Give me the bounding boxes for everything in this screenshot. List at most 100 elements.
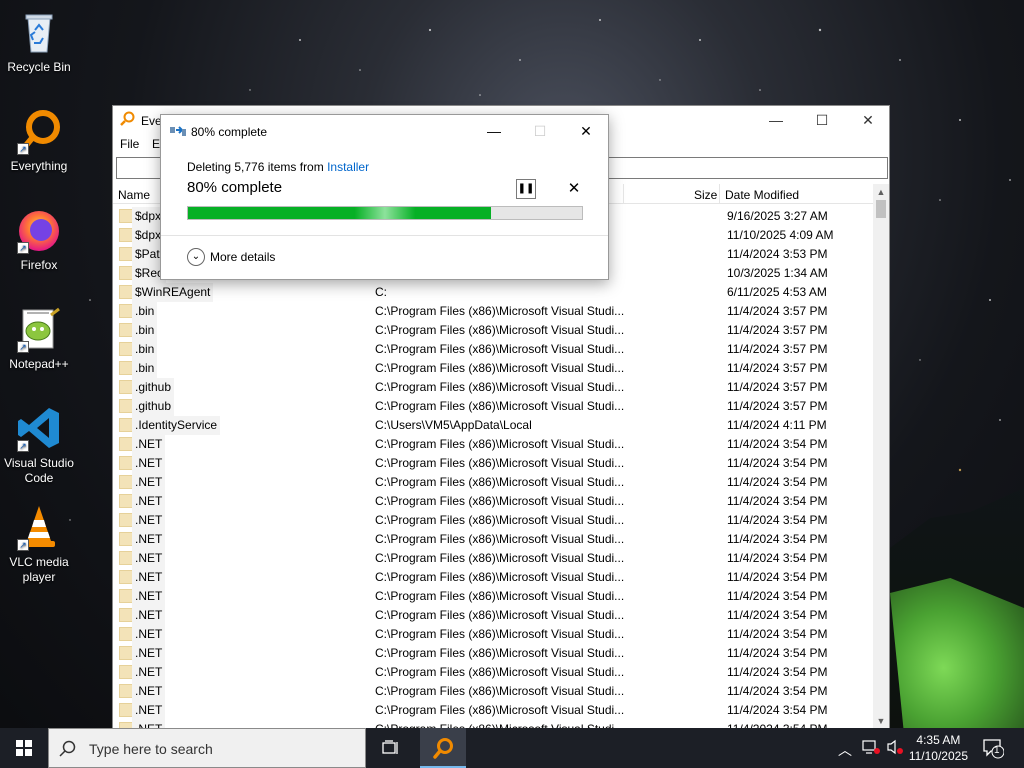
row-date: 11/4/2024 3:54 PM xyxy=(727,475,828,489)
table-row[interactable]: .NET C:\Program Files (x86)\Microsoft Vis… xyxy=(113,492,873,511)
pause-button[interactable]: ❚❚ xyxy=(516,179,536,199)
dialog-title-bar[interactable]: 80% complete — ☐ ✕ xyxy=(161,115,608,147)
folder-icon xyxy=(119,570,133,584)
more-details-toggle[interactable]: ⌄ More details xyxy=(187,248,275,266)
desktop-icon-firefox[interactable]: ↗ Firefox xyxy=(0,206,78,273)
taskbar-app-everything[interactable] xyxy=(420,728,466,768)
scroll-up-icon[interactable]: ▲ xyxy=(873,184,889,200)
row-path: C:\Program Files (x86)\Microsoft Visual … xyxy=(375,608,625,622)
row-name: .bin xyxy=(132,302,158,321)
maximize-button[interactable]: ☐ xyxy=(799,106,845,134)
column-size-header[interactable]: Size xyxy=(694,188,717,202)
desktop-icon-vscode[interactable]: ↗ Visual Studio Code xyxy=(0,404,78,486)
folder-icon xyxy=(119,323,133,337)
table-row[interactable]: .NET C:\Program Files (x86)\Microsoft Vis… xyxy=(113,435,873,454)
row-path: C:\Program Files (x86)\Microsoft Visual … xyxy=(375,589,625,603)
table-row[interactable]: .NET C:\Program Files (x86)\Microsoft Vis… xyxy=(113,473,873,492)
table-row[interactable]: .NET C:\Program Files (x86)\Microsoft Vis… xyxy=(113,663,873,682)
row-name: .bin xyxy=(132,340,158,359)
start-button[interactable] xyxy=(0,728,48,768)
desktop-icon-label: Notepad++ xyxy=(9,357,69,371)
row-name: .NET xyxy=(132,644,166,663)
table-row[interactable]: .github C:\Program Files (x86)\Microsoft … xyxy=(113,378,873,397)
folder-icon xyxy=(119,342,133,356)
clock-date: 11/10/2025 xyxy=(908,749,968,763)
dialog-maximize-button: ☐ xyxy=(533,123,547,139)
table-row[interactable]: .bin C:\Program Files (x86)\Microsoft Vis… xyxy=(113,340,873,359)
table-row[interactable]: .NET C:\Program Files (x86)\Microsoft Vis… xyxy=(113,701,873,720)
scroll-down-icon[interactable]: ▼ xyxy=(873,713,889,729)
desktop-icon-label: Visual Studio Code xyxy=(4,456,74,485)
source-folder-link[interactable]: Installer xyxy=(327,160,369,174)
table-row[interactable]: .bin C:\Program Files (x86)\Microsoft Vis… xyxy=(113,359,873,378)
row-name: .NET xyxy=(132,511,166,530)
column-separator[interactable] xyxy=(719,184,720,204)
desktop-icon-vlc[interactable]: ↗ VLC media player xyxy=(0,503,78,585)
table-row[interactable]: .NET C:\Program Files (x86)\Microsoft Vis… xyxy=(113,682,873,701)
dialog-minimize-button[interactable]: — xyxy=(471,115,517,147)
vlc-icon: ↗ xyxy=(15,503,63,551)
row-date: 10/3/2025 1:34 AM xyxy=(727,266,828,280)
row-date: 11/4/2024 3:54 PM xyxy=(727,570,828,584)
notification-count: 1 xyxy=(994,745,1000,756)
table-row[interactable]: .NET C:\Program Files (x86)\Microsoft Vis… xyxy=(113,606,873,625)
table-row[interactable]: .NET C:\Program Files (x86)\Microsoft Vis… xyxy=(113,587,873,606)
main-window-title: Eve xyxy=(141,114,162,128)
row-date: 11/4/2024 3:54 PM xyxy=(727,627,828,641)
table-row[interactable]: .NET C:\Program Files (x86)\Microsoft Vis… xyxy=(113,530,873,549)
row-date: 11/4/2024 3:54 PM xyxy=(727,608,828,622)
table-row[interactable]: $WinREAgent C: 6/11/2025 4:53 AM xyxy=(113,283,873,302)
table-row[interactable]: .NET C:\Program Files (x86)\Microsoft Vis… xyxy=(113,625,873,644)
delete-progress-dialog: 80% complete — ☐ ✕ Deleting 5,776 items … xyxy=(160,114,609,280)
cancel-button[interactable]: ✕ xyxy=(564,179,584,199)
progress-fill xyxy=(188,207,492,219)
row-date: 11/4/2024 3:54 PM xyxy=(727,646,828,660)
column-date-header[interactable]: Date Modified xyxy=(725,188,799,202)
table-row[interactable]: .NET C:\Program Files (x86)\Microsoft Vis… xyxy=(113,511,873,530)
shortcut-arrow-icon: ↗ xyxy=(17,242,29,254)
column-name-header[interactable]: Name xyxy=(118,188,150,202)
system-clock[interactable]: 4:35 AM 11/10/2025 xyxy=(909,732,968,764)
row-path: C:\Program Files (x86)\Microsoft Visual … xyxy=(375,361,625,375)
row-name: .NET xyxy=(132,435,166,454)
row-name: .github xyxy=(132,397,175,416)
row-path: C:\Program Files (x86)\Microsoft Visual … xyxy=(375,551,625,565)
row-date: 11/4/2024 3:54 PM xyxy=(727,684,828,698)
dialog-close-button[interactable]: ✕ xyxy=(563,115,609,147)
row-path: C:\Program Files (x86)\Microsoft Visual … xyxy=(375,475,625,489)
vertical-scrollbar[interactable]: ▲ ▼ xyxy=(873,184,889,729)
row-date: 11/4/2024 3:54 PM xyxy=(727,513,828,527)
column-separator[interactable] xyxy=(623,184,624,204)
minimize-button[interactable]: — xyxy=(753,106,799,134)
row-date: 11/4/2024 3:54 PM xyxy=(727,456,828,470)
table-row[interactable]: .bin C:\Program Files (x86)\Microsoft Vis… xyxy=(113,302,873,321)
folder-icon xyxy=(119,228,133,242)
menu-file[interactable]: File xyxy=(120,137,139,151)
row-date: 11/4/2024 3:57 PM xyxy=(727,361,828,375)
row-name: .github xyxy=(132,378,175,397)
task-view-button[interactable] xyxy=(368,728,414,768)
row-path: C:\Program Files (x86)\Microsoft Visual … xyxy=(375,532,625,546)
desktop-icon-everything[interactable]: ↗ Everything xyxy=(0,107,78,174)
close-button[interactable]: ✕ xyxy=(845,106,891,134)
row-path: C:\Program Files (x86)\Microsoft Visual … xyxy=(375,323,625,337)
show-hidden-icons-button[interactable]: ︿ xyxy=(838,740,852,768)
folder-icon xyxy=(119,589,133,603)
desktop-icon-recycle-bin[interactable]: Recycle Bin xyxy=(0,8,78,75)
table-row[interactable]: .NET C:\Program Files (x86)\Microsoft Vis… xyxy=(113,549,873,568)
table-row[interactable]: .NET C:\Program Files (x86)\Microsoft Vis… xyxy=(113,568,873,587)
desktop-icon-notepad-plus-plus[interactable]: ↗ Notepad++ xyxy=(0,305,78,372)
folder-icon xyxy=(119,361,133,375)
row-name: .NET xyxy=(132,587,166,606)
taskbar-search-box[interactable]: Type here to search xyxy=(48,728,366,768)
scrollbar-thumb[interactable] xyxy=(876,200,886,218)
table-row[interactable]: .NET C:\Program Files (x86)\Microsoft Vis… xyxy=(113,644,873,663)
table-row[interactable]: .IdentityService C:\Users\VM5\AppData\Loc… xyxy=(113,416,873,435)
table-row[interactable]: .bin C:\Program Files (x86)\Microsoft Vis… xyxy=(113,321,873,340)
dialog-divider xyxy=(161,235,608,236)
network-icon[interactable] xyxy=(862,739,880,768)
volume-muted-icon[interactable] xyxy=(886,739,904,768)
table-row[interactable]: .NET C:\Program Files (x86)\Microsoft Vis… xyxy=(113,454,873,473)
table-row[interactable]: .github C:\Program Files (x86)\Microsoft … xyxy=(113,397,873,416)
action-center-button[interactable]: 1 xyxy=(982,737,1005,768)
